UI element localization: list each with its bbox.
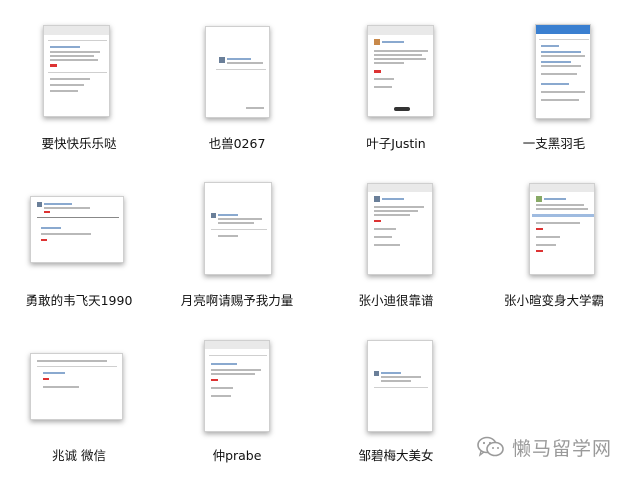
screenshot-thumbnail[interactable] <box>43 25 110 117</box>
item-label: 一支黑羽毛 <box>522 136 586 151</box>
item-label: 邹碧梅大美女 <box>358 448 434 463</box>
watermark: 懒马留学网 <box>476 433 612 461</box>
screenshot-thumbnail[interactable] <box>535 24 591 119</box>
item-label: 张小暄变身大学霸 <box>503 293 604 308</box>
item-label: 张小迪很靠谱 <box>358 293 434 308</box>
item-label: 要快快乐乐哒 <box>41 136 117 151</box>
screenshot-thumbnail[interactable] <box>204 182 272 275</box>
watermark-text: 懒马留学网 <box>512 437 613 460</box>
screenshot-thumbnail[interactable] <box>205 26 270 118</box>
screenshot-thumbnail[interactable] <box>367 183 433 275</box>
grid-item[interactable]: 仲prabe <box>158 333 316 483</box>
screenshot-thumbnail[interactable] <box>30 353 123 420</box>
item-label: 月亮啊请赐予我力量 <box>180 293 294 308</box>
item-label: 兆诚 微信 <box>52 448 106 463</box>
screenshot-thumbnail[interactable] <box>204 340 270 432</box>
grid-item[interactable]: 月亮啊请赐予我力量 <box>158 175 316 325</box>
grid-item[interactable]: 邹碧梅大美女 <box>317 333 475 483</box>
screenshot-thumbnail[interactable] <box>30 196 124 263</box>
item-label: 也兽0267 <box>208 136 266 151</box>
grid-item[interactable]: 要快快乐乐哒 <box>0 18 158 168</box>
grid-item[interactable]: 兆诚 微信 <box>0 333 158 483</box>
grid-item[interactable]: 勇敢的韦飞天1990 <box>0 175 158 325</box>
item-label: 仲prabe <box>212 448 262 463</box>
item-label: 叶子Justin <box>366 136 426 151</box>
item-label: 勇敢的韦飞天1990 <box>25 293 133 308</box>
grid-item[interactable]: 一支黑羽毛 <box>475 18 633 168</box>
screenshot-thumbnail[interactable] <box>529 183 595 275</box>
grid-item[interactable]: 叶子Justin <box>317 18 475 168</box>
screenshot-thumbnail[interactable] <box>367 340 433 432</box>
wechat-logo-icon <box>477 436 504 457</box>
grid-item[interactable]: 张小迪很靠谱 <box>317 175 475 325</box>
screenshot-thumbnail[interactable] <box>367 25 434 117</box>
grid-item[interactable]: 也兽0267 <box>158 18 316 168</box>
grid-item[interactable]: 张小暄变身大学霸 <box>475 175 633 325</box>
